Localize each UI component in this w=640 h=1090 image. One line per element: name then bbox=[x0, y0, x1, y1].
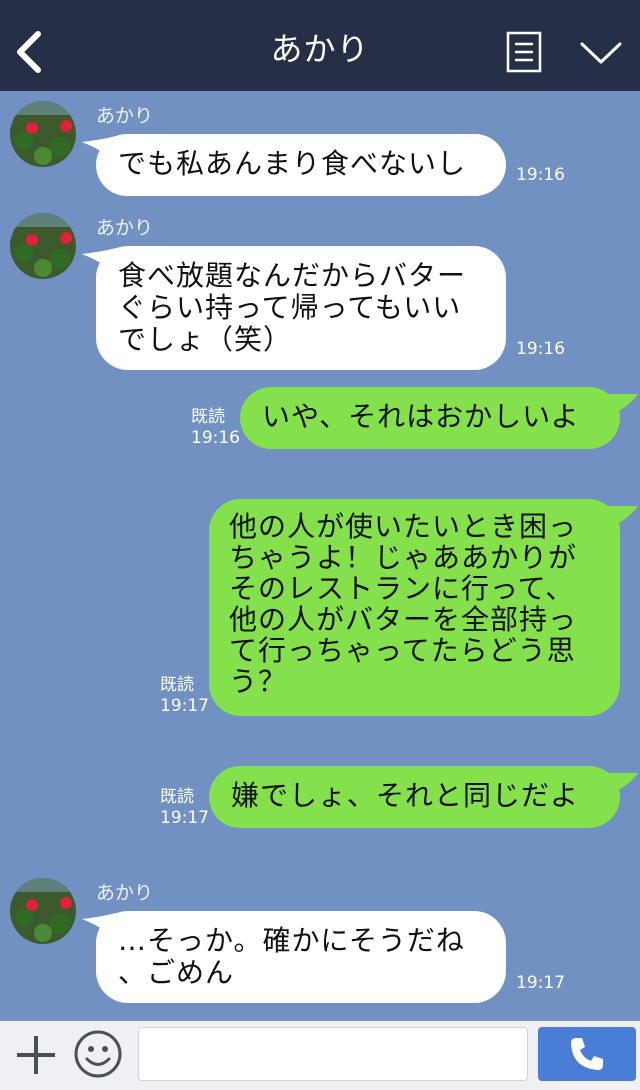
sender-name: あかり bbox=[96, 882, 154, 904]
message-time: 19:17 bbox=[160, 696, 209, 716]
message-time: 19:16 bbox=[516, 339, 565, 359]
message-line: 食べ放題なんだからバター bbox=[118, 259, 467, 292]
message-time: 19:17 bbox=[516, 973, 565, 993]
read-status: 既読 bbox=[160, 675, 194, 695]
message-line: いや、それはおかしいよ bbox=[262, 400, 580, 433]
avatar[interactable] bbox=[10, 213, 76, 279]
message-time: 19:17 bbox=[160, 808, 209, 828]
message-line: 、ごめん bbox=[118, 956, 235, 989]
bubble-tail bbox=[604, 773, 638, 795]
bubble-tail bbox=[604, 394, 638, 416]
message-bubble[interactable]: …そっか。確かにそうだね 、ごめん bbox=[96, 911, 506, 1003]
message-line: でも私あんまり食べないし bbox=[118, 147, 467, 180]
message-line: ぐらい持って帰ってもいい bbox=[118, 291, 462, 324]
message-bubble[interactable]: 食べ放題なんだからバター ぐらい持って帰ってもいい でしょ（笑） bbox=[96, 246, 506, 370]
message-line: 他の人が使いたいとき困っ bbox=[229, 510, 578, 543]
plus-icon[interactable] bbox=[14, 1033, 58, 1077]
call-button[interactable] bbox=[538, 1027, 636, 1081]
chat-title: あかり bbox=[270, 30, 370, 68]
sender-name: あかり bbox=[96, 105, 154, 127]
message-line: 嫌でしょ、それと同じだよ bbox=[231, 779, 580, 812]
smile-icon[interactable] bbox=[73, 1029, 123, 1079]
read-status: 既読 bbox=[191, 407, 225, 427]
message-bubble[interactable]: いや、それはおかしいよ bbox=[240, 387, 620, 449]
message-time: 19:16 bbox=[516, 165, 565, 185]
chevron-down-icon[interactable] bbox=[580, 38, 622, 68]
input-bar bbox=[0, 1021, 640, 1090]
message-bubble[interactable]: 他の人が使いたいとき困っ ちゃうよ！じゃああかりが そのレストランに行って、 他… bbox=[209, 499, 620, 716]
message-line: そのレストランに行って、 bbox=[229, 572, 575, 605]
bubble-tail bbox=[604, 506, 638, 528]
message-line: 他の人がバターを全部持っ bbox=[229, 603, 578, 636]
message-input[interactable] bbox=[138, 1027, 528, 1081]
message-bubble[interactable]: 嫌でしょ、それと同じだよ bbox=[209, 766, 620, 828]
read-status: 既読 bbox=[160, 787, 194, 807]
message-line: でしょ（笑） bbox=[118, 323, 293, 356]
sender-name: あかり bbox=[96, 217, 154, 239]
avatar[interactable] bbox=[10, 101, 76, 167]
notes-icon[interactable] bbox=[506, 31, 542, 73]
message-line: ちゃうよ！じゃああかりが bbox=[229, 541, 578, 574]
chat-header: あかり bbox=[0, 0, 640, 91]
avatar[interactable] bbox=[10, 878, 76, 944]
message-bubble[interactable]: でも私あんまり食べないし bbox=[96, 134, 506, 196]
message-line: う？ bbox=[229, 665, 288, 698]
message-line: …そっか。確かにそうだね bbox=[118, 924, 465, 957]
phone-icon bbox=[571, 1038, 603, 1070]
message-time: 19:16 bbox=[191, 428, 240, 448]
message-line: て行っちゃってたらどう思 bbox=[229, 634, 576, 667]
